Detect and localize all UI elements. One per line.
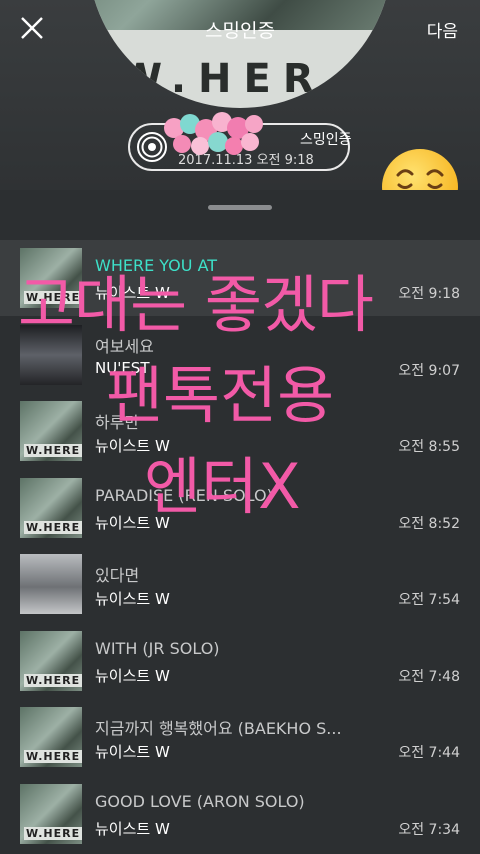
album-art-text: W.HER <box>118 56 326 102</box>
overlay-text-line1: 고대는 좋겠다 <box>18 268 374 341</box>
list-partial-header <box>20 206 260 216</box>
album-thumbnail <box>20 554 82 614</box>
overlay-text-line3: 엔터X <box>144 450 301 523</box>
album-thumbnail <box>20 783 82 844</box>
play-time: 오전 8:55 <box>398 439 460 455</box>
list-item[interactable]: WITH (JR SOLO) 뉴이스트 W 오전 7:48 <box>0 623 480 699</box>
play-time: 오전 9:18 <box>398 286 460 302</box>
song-title: 있다면 <box>95 566 140 585</box>
artist-name: 뉴이스트 W <box>95 743 170 761</box>
album-thumbnail <box>20 630 82 691</box>
page-title: 스밍인증 <box>205 20 275 42</box>
album-thumbnail <box>20 477 82 538</box>
album-thumbnail <box>20 707 82 767</box>
play-time: 오전 9:07 <box>398 362 460 379</box>
list-item[interactable]: 지금까지 행복했어요 (BAEKHO S... 뉴이스트 W 오전 7:44 <box>0 699 480 775</box>
artist-name: 뉴이스트 W <box>95 819 170 838</box>
song-title: 지금까지 행복했어요 (BAEKHO S... <box>95 719 342 738</box>
play-time: 오전 7:54 <box>398 592 460 608</box>
next-button[interactable]: 다음 <box>427 17 458 42</box>
song-title: WITH (JR SOLO) <box>95 638 220 658</box>
play-time: 오전 8:52 <box>398 515 460 532</box>
play-time: 오전 7:34 <box>398 821 460 838</box>
play-time: 오전 7:48 <box>398 668 460 685</box>
overlay-text-line2: 팬톡전용 <box>106 359 335 432</box>
play-time: 오전 7:44 <box>398 745 460 761</box>
artist-name: 뉴이스트 W <box>95 666 170 685</box>
artist-name: 뉴이스트 W <box>95 590 170 608</box>
list-item[interactable]: 있다면뉴이스트 W 오전 7:54 <box>0 546 480 622</box>
censor-sticker <box>164 112 263 155</box>
album-thumbnail <box>20 401 82 461</box>
badge-label: 스밍인증 <box>300 132 352 148</box>
list-item[interactable]: GOOD LOVE (ARON SOLO) 뉴이스트 W 오전 7:34 <box>0 776 480 852</box>
song-title: GOOD LOVE (ARON SOLO) <box>95 791 305 811</box>
